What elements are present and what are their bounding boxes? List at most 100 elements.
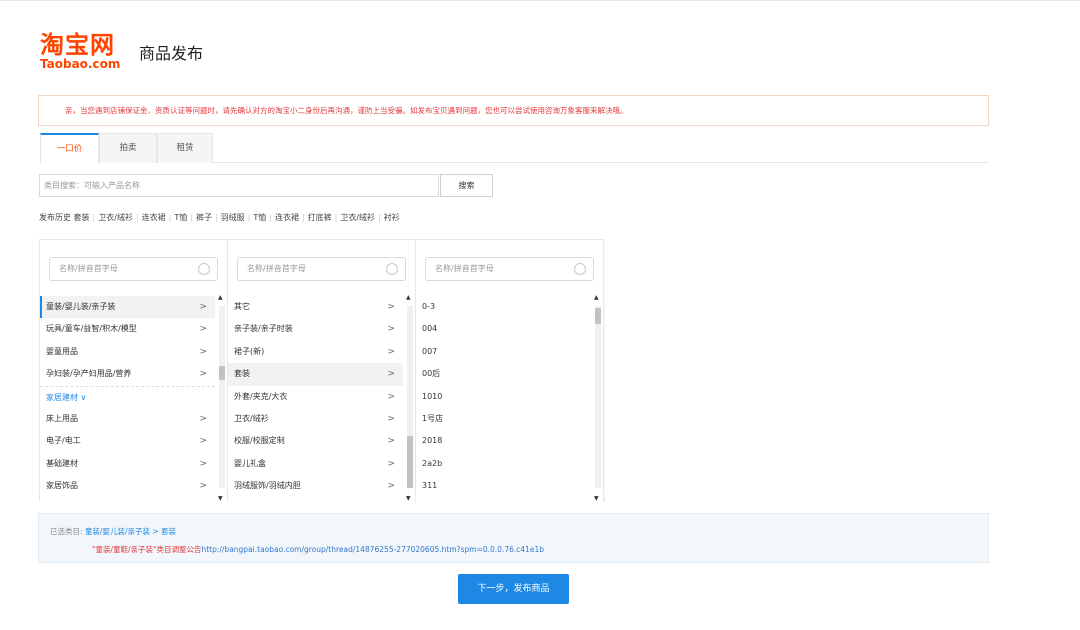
category-item[interactable]: 裙子(新) > — [228, 341, 403, 363]
search-icon — [386, 263, 398, 275]
scroll-thumb[interactable] — [407, 436, 413, 488]
category-item[interactable]: 007 — [416, 341, 591, 363]
category-item-label: 裙子(新) — [234, 346, 265, 356]
category-search-input[interactable]: 类目搜索：可输入产品名称 — [39, 174, 439, 197]
tab-fixed-price[interactable]: 一口价 — [40, 133, 99, 164]
history-label: 发布历史 — [39, 213, 71, 222]
column-search-input[interactable]: 名称/拼音首字母 — [49, 257, 218, 281]
scroll-thumb[interactable] — [219, 366, 225, 380]
category-item[interactable]: 00后 — [416, 363, 591, 385]
chevron-right-icon: > — [387, 324, 395, 335]
history-separator: | — [269, 213, 272, 222]
category-item[interactable]: 婴儿礼盒 > — [228, 453, 403, 475]
tab-rental[interactable]: 租赁 — [157, 133, 213, 163]
category-item[interactable]: 家居饰品 > — [40, 475, 215, 496]
history-item[interactable]: 套装 — [74, 213, 90, 222]
category-item[interactable]: 1010 — [416, 386, 591, 408]
scroll-up-icon[interactable]: ▲ — [594, 294, 599, 301]
category-item[interactable]: 311 — [416, 475, 591, 496]
history-item[interactable]: 连衣裙 — [142, 213, 166, 222]
history-item[interactable]: 打底裤 — [308, 213, 332, 222]
category-column-1: 名称/拼音首字母 童装/婴儿装/亲子装 > 玩具/童车/益智/积木/模型 > 婴童用品 >… — [40, 240, 228, 502]
column-search-placeholder: 名称/拼音首字母 — [59, 264, 118, 273]
category-item[interactable]: 1号店 — [416, 408, 591, 430]
category-item[interactable]: 2a2b — [416, 453, 591, 475]
history-item[interactable]: T恤 — [174, 213, 187, 222]
category-item-label: 床上用品 — [46, 413, 78, 423]
history-item[interactable]: T恤 — [253, 213, 266, 222]
scroll-down-icon[interactable]: ▼ — [218, 495, 223, 502]
category-item[interactable]: 孕妇装/孕产妇用品/营养 > — [40, 363, 215, 385]
category-item-label: 00后 — [422, 369, 441, 379]
category-item[interactable]: 套装 > — [228, 363, 403, 386]
chevron-right-icon: > — [387, 369, 395, 380]
category-item-label: 0-3 — [422, 302, 436, 311]
category-item-label: 羽绒服饰/羽绒内胆 — [234, 481, 301, 491]
category-item[interactable]: 婴童用品 > — [40, 341, 215, 363]
scrollbar[interactable]: ▲ ▼ — [403, 294, 415, 502]
next-publish-button[interactable]: 下一步，发布商品 — [458, 574, 569, 604]
scroll-up-icon[interactable]: ▲ — [218, 294, 223, 301]
scroll-up-icon[interactable]: ▲ — [406, 294, 411, 301]
scroll-down-icon[interactable]: ▼ — [594, 495, 599, 502]
scrollbar[interactable]: ▲ ▼ — [215, 294, 227, 502]
tab-auction[interactable]: 拍卖 — [99, 133, 157, 163]
scroll-track — [595, 306, 601, 488]
announcement-link[interactable]: http://bangpai.taobao.com/group/thread/1… — [201, 545, 544, 554]
category-group-header[interactable]: 家居建材 ∨ — [40, 385, 215, 408]
category-item-label: 亲子装/亲子时装 — [234, 324, 293, 334]
chevron-right-icon: > — [199, 458, 207, 469]
search-button[interactable]: 搜索 — [440, 174, 493, 197]
scroll-thumb[interactable] — [595, 308, 601, 324]
scroll-track — [219, 306, 225, 488]
history-item[interactable]: 卫衣/绒衫 — [98, 213, 133, 222]
chevron-right-icon: > — [387, 413, 395, 424]
category-item[interactable]: 其它 > — [228, 296, 403, 318]
category-item[interactable]: 电子/电工 > — [40, 430, 215, 452]
selected-path[interactable]: 童装/婴儿装/亲子装 > 套装 — [85, 527, 176, 536]
category-item[interactable]: 玩具/童车/益智/积木/模型 > — [40, 318, 215, 340]
chevron-right-icon: > — [387, 346, 395, 357]
history-item[interactable]: 卫衣/绒衫 — [340, 213, 375, 222]
category-item[interactable]: 亲子装/亲子时装 > — [228, 318, 403, 340]
scroll-down-icon[interactable]: ▼ — [406, 495, 411, 502]
publish-history: 发布历史 套装 | 卫衣/绒衫 | 连衣裙 | T恤 | 裤子 | 羽绒服 | T恤 | 连衣裙 | 打底裤 | 卫… — [39, 212, 400, 223]
history-item[interactable]: 衬衫 — [384, 213, 400, 222]
category-item-label: 婴童用品 — [46, 346, 78, 356]
history-separator: | — [190, 213, 193, 222]
scrollbar[interactable]: ▲ ▼ — [591, 294, 603, 502]
category-item[interactable]: 0-3 — [416, 296, 591, 318]
chevron-right-icon: > — [199, 413, 207, 424]
category-list: 其它 > 亲子装/亲子时装 > 裙子(新) > 套装 > 外套/夹克/大衣 > 卫衣/绒衫 > 校服/校… — [228, 296, 403, 496]
logo-chinese: 淘宝网 — [40, 30, 115, 59]
category-item[interactable]: 2018 — [416, 430, 591, 452]
logo-english: Taobao.com — [40, 57, 121, 71]
column-search-input[interactable]: 名称/拼音首字母 — [237, 257, 406, 281]
chevron-right-icon: > — [199, 481, 207, 492]
selected-label: 已选类目: — [50, 527, 83, 536]
chevron-right-icon: > — [199, 369, 207, 380]
chevron-right-icon: > — [387, 458, 395, 469]
category-item-label: 1号店 — [422, 413, 444, 423]
history-item[interactable]: 裤子 — [196, 213, 212, 222]
page-title: 商品发布 — [139, 44, 204, 63]
column-search-placeholder: 名称/拼音首字母 — [435, 264, 494, 273]
category-item-label: 卫衣/绒衫 — [234, 413, 269, 423]
category-item-label: 311 — [422, 481, 438, 491]
history-item[interactable]: 连衣裙 — [275, 213, 299, 222]
column-search-input[interactable]: 名称/拼音首字母 — [425, 257, 594, 281]
chevron-right-icon: > — [199, 302, 207, 312]
category-column-3: 名称/拼音首字母 0-3 004 007 00后 1010 1号店 2018 2a2b 311 … — [416, 240, 604, 502]
announcement-title: "童装/童鞋/亲子装"类目调整公告 — [92, 545, 202, 554]
category-item[interactable]: 004 — [416, 318, 591, 340]
taobao-logo[interactable]: 淘宝网 Taobao.com — [40, 30, 121, 72]
category-item[interactable]: 羽绒服饰/羽绒内胆 > — [228, 475, 403, 496]
category-item[interactable]: 校服/校服定制 > — [228, 430, 403, 452]
category-item[interactable]: 床上用品 > — [40, 408, 215, 430]
category-item[interactable]: 卫衣/绒衫 > — [228, 408, 403, 430]
history-separator: | — [135, 213, 139, 222]
category-item[interactable]: 外套/夹克/大衣 > — [228, 386, 403, 408]
history-item[interactable]: 羽绒服 — [221, 213, 245, 222]
category-item[interactable]: 童装/婴儿装/亲子装 > — [40, 296, 215, 319]
category-item[interactable]: 基础建材 > — [40, 453, 215, 475]
